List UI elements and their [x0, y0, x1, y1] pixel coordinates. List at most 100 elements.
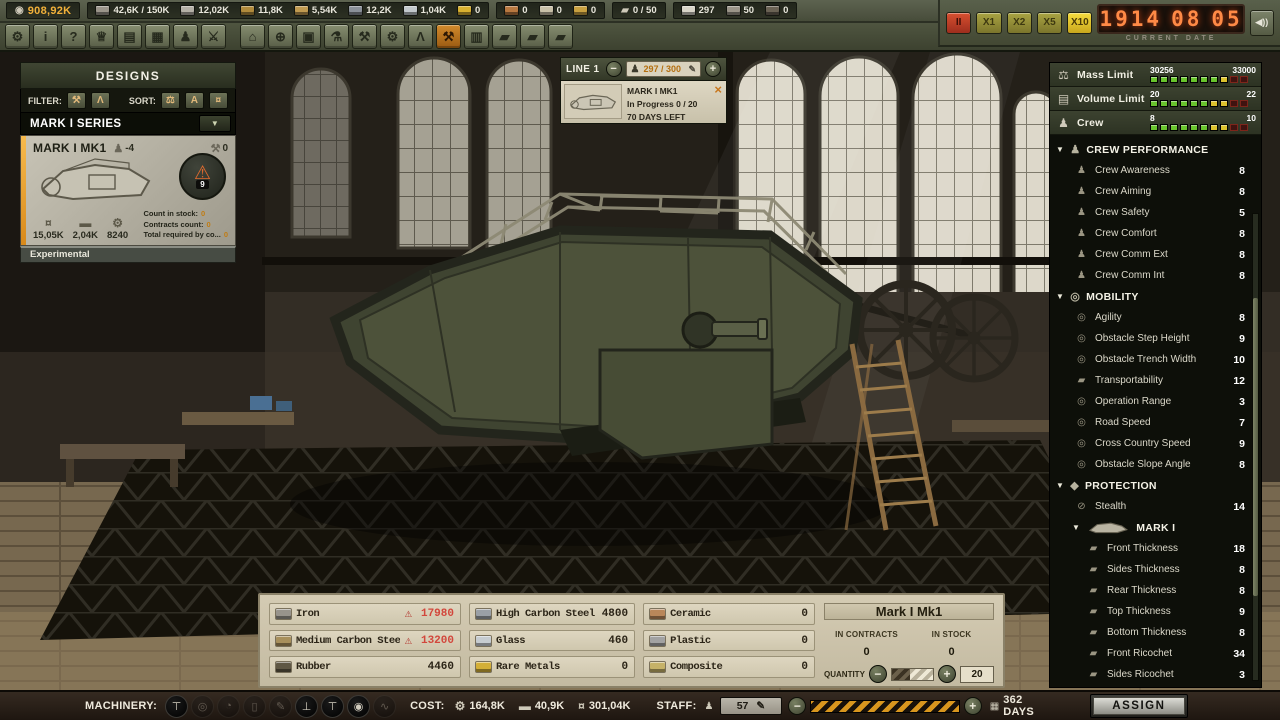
line-staff-plus-button[interactable]: +: [705, 61, 721, 77]
section-header-crew-performance[interactable]: ▼ ♟ CREW PERFORMANCE: [1050, 139, 1261, 160]
maintenance-button[interactable]: ⚙: [380, 24, 405, 49]
steel-plate-resource: [181, 6, 194, 15]
design-warning-badge[interactable]: ⚠ 9: [179, 153, 226, 200]
edit-icon[interactable]: ✎: [688, 64, 696, 75]
staff-value: 0: [783, 5, 788, 16]
staff-minus-button[interactable]: −: [788, 697, 806, 715]
speed-x2-button[interactable]: X2: [1007, 12, 1032, 34]
warning-icon: ⚠: [405, 606, 412, 621]
quantity-minus-button[interactable]: −: [869, 665, 887, 683]
lathe-machine[interactable]: ◎: [191, 695, 214, 718]
resource-chip: 1,04K: [404, 5, 446, 16]
staff-plus-button[interactable]: +: [964, 697, 982, 715]
line-staff-value: 297 / 300: [644, 64, 682, 74]
info-button[interactable]: i: [33, 24, 58, 49]
staff-slider[interactable]: [810, 700, 959, 713]
achievements-button[interactable]: ♕: [89, 24, 114, 49]
newspaper-button[interactable]: ▤: [117, 24, 142, 49]
stat-label: Stealth: [1095, 501, 1126, 512]
gauge-max: 22: [1247, 90, 1256, 99]
warning-count: 9: [196, 180, 208, 189]
speed-x1-button[interactable]: X1: [976, 12, 1001, 34]
scrollbar-thumb[interactable]: [1253, 298, 1258, 596]
personnel-button[interactable]: ♟: [173, 24, 198, 49]
reports-button[interactable]: ▦: [145, 24, 170, 49]
material-name: Plastic: [670, 635, 796, 647]
factory-button[interactable]: ⌂: [240, 24, 265, 49]
announcements-button[interactable]: ◀)): [1250, 10, 1274, 36]
settings-button[interactable]: ⚙: [5, 24, 30, 49]
line-close-button[interactable]: ×: [714, 82, 722, 97]
pause-button[interactable]: II: [946, 12, 971, 34]
gauge-segment: [1180, 100, 1188, 107]
filter-caliper-button[interactable]: Λ: [91, 92, 110, 109]
filter-hammer-button[interactable]: ⚒: [67, 92, 86, 109]
help-button[interactable]: ?: [61, 24, 86, 49]
section-header-protection[interactable]: ▼ ◆ PROTECTION: [1050, 475, 1261, 496]
stat-label: Sides Ricochet: [1107, 669, 1174, 680]
research-button[interactable]: ⚗: [324, 24, 349, 49]
gauge-segment: [1230, 76, 1238, 83]
assign-button[interactable]: ASSIGN: [1093, 697, 1185, 715]
engineer-count: [682, 6, 695, 15]
warehouse-button[interactable]: ▥: [464, 24, 489, 49]
stat-label: Crew Aiming: [1095, 186, 1151, 197]
material-icon: [476, 662, 491, 672]
welder-machine[interactable]: ∿: [373, 695, 396, 718]
workshop-button[interactable]: ⚒: [352, 24, 377, 49]
tank-defense-button[interactable]: ▰: [520, 24, 545, 49]
speed-x10-button[interactable]: X10: [1067, 12, 1092, 34]
stamp-press-machine[interactable]: ⊥: [295, 695, 318, 718]
collapse-caret-icon: ▼: [1056, 481, 1064, 490]
speed-x5-button[interactable]: X5: [1037, 12, 1062, 34]
cost-money-value: 301,04K: [589, 700, 631, 712]
tank-park-button[interactable]: ▰: [492, 24, 517, 49]
design-card-mark-i-mk1[interactable]: MARK I MK1 ♟ -4 ⚒ 0 ⚠ 9 ¤: [20, 135, 236, 246]
volume-icon: ▤: [1055, 92, 1072, 106]
stat-row: ◎ Agility 8: [1050, 307, 1261, 328]
quantity-value[interactable]: 20: [960, 666, 994, 683]
steel-icon: ▬: [519, 699, 531, 713]
money-value: 908,92K: [28, 5, 72, 17]
measuring-button[interactable]: Λ: [408, 24, 433, 49]
quantity-plus-button[interactable]: +: [938, 665, 956, 683]
material-name: Rare Metals: [496, 661, 617, 673]
section-header-mobility[interactable]: ▼ ◎ MOBILITY: [1050, 286, 1261, 307]
sort-weight-button[interactable]: ⚖: [161, 92, 180, 109]
grinder-machine[interactable]: ◉: [347, 695, 370, 718]
coins-icon: ◉: [15, 5, 24, 16]
fuel-pump-machine[interactable]: ▯: [243, 695, 266, 718]
drill-machine[interactable]: ⊤: [321, 695, 344, 718]
tank-elite-button[interactable]: ▰: [548, 24, 573, 49]
world-map-button[interactable]: ⊕: [268, 24, 293, 49]
quantity-slider[interactable]: [891, 668, 934, 681]
gauge-segment: [1170, 76, 1178, 83]
logistics-button[interactable]: ▣: [296, 24, 321, 49]
staff-box: 297 50 0: [673, 2, 798, 19]
sort-alpha-button[interactable]: A: [185, 92, 204, 109]
gauge-label: Mass Limit: [1077, 69, 1133, 81]
stat-value: 14: [1233, 501, 1245, 513]
sort-cost-button[interactable]: ¤: [209, 92, 228, 109]
stat-icon: ♟: [1074, 186, 1089, 197]
gauge-segment: [1240, 76, 1248, 83]
shield-icon: ◆: [1070, 479, 1079, 492]
material-icon: [276, 636, 291, 646]
military-button[interactable]: ⚔: [201, 24, 226, 49]
drill-press-machine[interactable]: ⊤: [165, 695, 188, 718]
gauge-current: 8: [1150, 114, 1155, 123]
line-staff-minus-button[interactable]: −: [606, 61, 622, 77]
staff-count-value: 57: [737, 700, 749, 712]
series-collapse-button[interactable]: ▼: [199, 115, 231, 132]
roller-machine[interactable]: ◔: [217, 695, 240, 718]
crew-icon: ♟: [1070, 143, 1080, 156]
stat-row: ◎ Obstacle Trench Width 10: [1050, 349, 1261, 370]
stats-scrollbar: [1252, 213, 1259, 681]
staff-count-input[interactable]: 57 ✎: [720, 697, 783, 715]
series-header[interactable]: MARK I SERIES ▼: [20, 113, 236, 135]
in-stock-label: IN STOCK: [932, 630, 972, 639]
stat-label: Top Thickness: [1107, 606, 1171, 617]
design-button[interactable]: ⚒: [436, 24, 461, 49]
paint-machine[interactable]: ✎: [269, 695, 292, 718]
protection-mark-i-header[interactable]: ▼ MARK I: [1050, 517, 1261, 538]
